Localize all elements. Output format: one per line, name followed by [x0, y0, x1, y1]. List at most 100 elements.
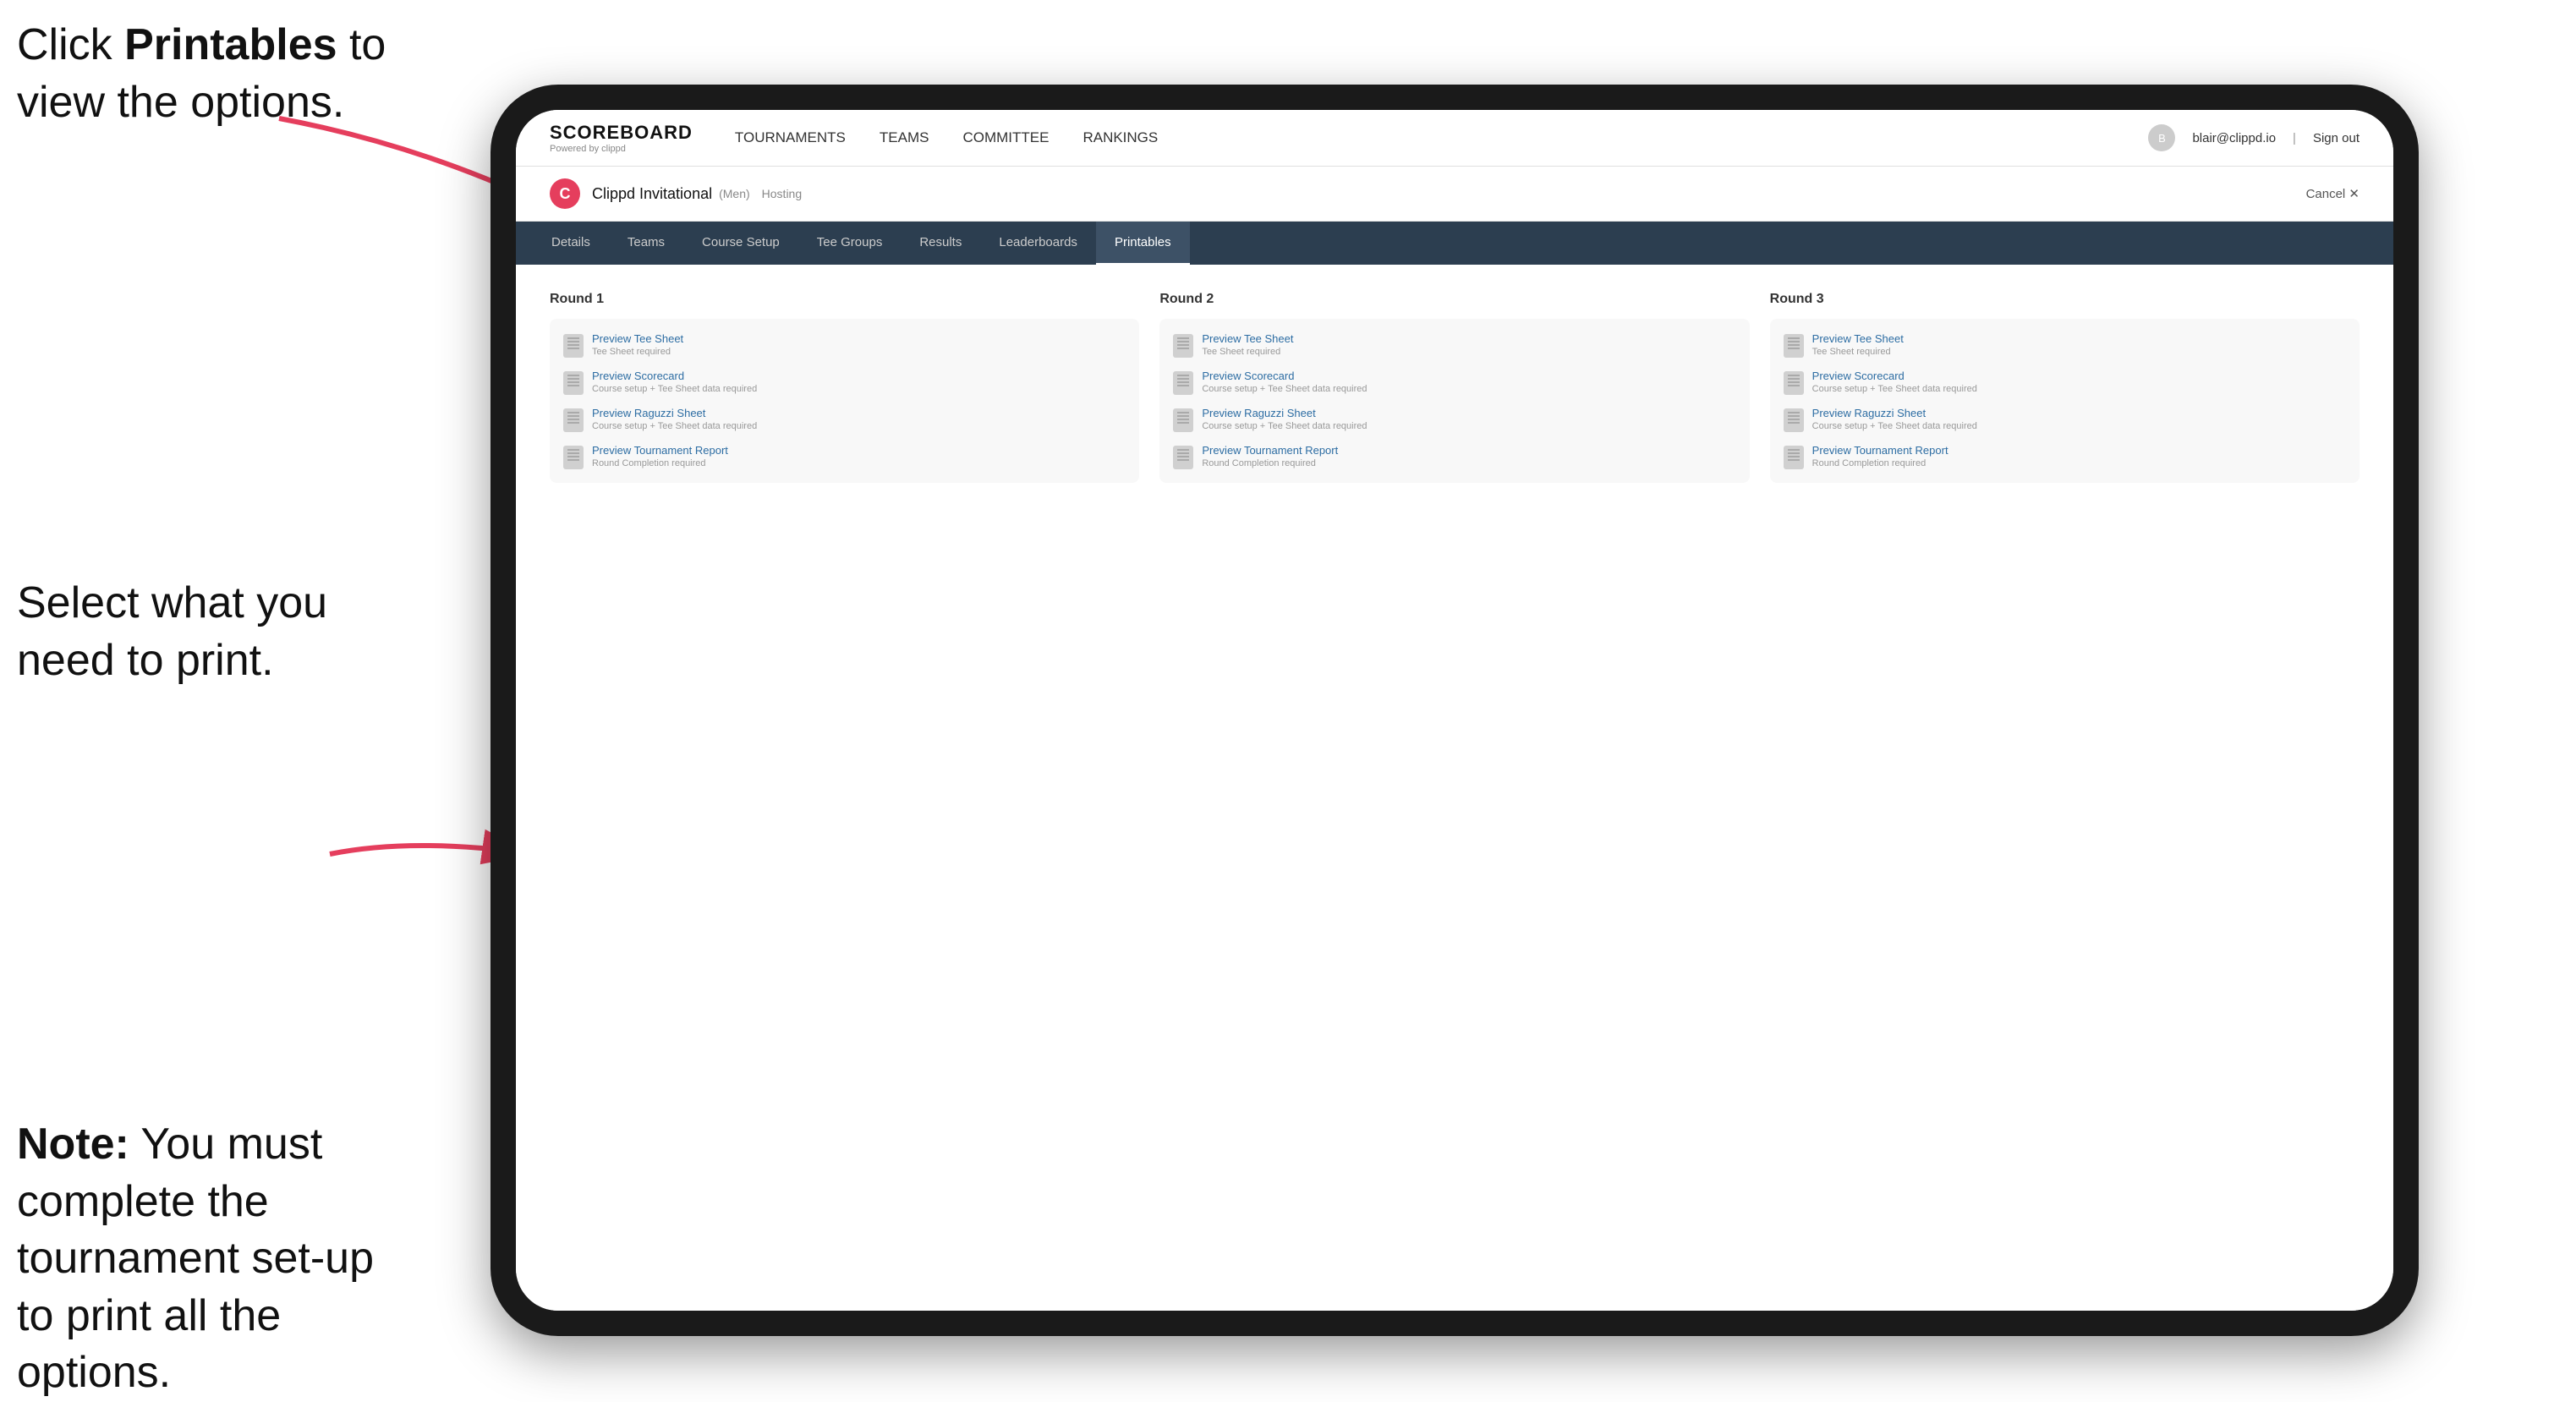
scoreboard-brand: SCOREBOARD Powered by clippd	[550, 122, 693, 154]
round-2-section: Round 2 Preview Tee Sheet Tee Sheet requ…	[1159, 292, 1749, 483]
user-email: blair@clippd.io	[2192, 131, 2276, 145]
nav-teams[interactable]: TEAMS	[880, 126, 929, 150]
tee-sheet-label-r3[interactable]: Preview Tee Sheet	[1812, 332, 1904, 345]
tournament-status: Hosting	[762, 187, 802, 200]
round-2-raguzzi[interactable]: Preview Raguzzi Sheet Course setup + Tee…	[1173, 407, 1735, 432]
tee-sheet-icon-r1	[563, 334, 584, 358]
tab-teams[interactable]: Teams	[609, 222, 683, 265]
tee-sheet-sub-r3: Tee Sheet required	[1812, 347, 1904, 357]
annotation-top-prefix: Click	[17, 20, 124, 69]
round-3-section: Round 3 Preview Tee Sheet Tee Sheet requ…	[1770, 292, 2360, 483]
scorecard-icon-r1	[563, 371, 584, 395]
raguzzi-icon-r1	[563, 408, 584, 432]
user-avatar: B	[2148, 124, 2175, 151]
round-3-title: Round 3	[1770, 292, 2360, 307]
tab-results[interactable]: Results	[901, 222, 980, 265]
tab-bar: Details Teams Course Setup Tee Groups Re…	[516, 222, 2393, 265]
tablet-screen: SCOREBOARD Powered by clippd TOURNAMENTS…	[516, 110, 2393, 1311]
raguzzi-label-r1[interactable]: Preview Raguzzi Sheet	[592, 407, 757, 419]
raguzzi-sub-r3: Course setup + Tee Sheet data required	[1812, 421, 1977, 431]
raguzzi-icon-r2	[1173, 408, 1193, 432]
tournament-logo: C	[550, 178, 580, 209]
content-area: Round 1 Preview Tee Sheet Tee Sheet requ…	[516, 265, 2393, 1311]
scoreboard-title: SCOREBOARD	[550, 122, 693, 144]
tournament-report-icon-r3	[1784, 446, 1804, 469]
annotation-top-bold: Printables	[124, 20, 337, 69]
round-1-tournament-report[interactable]: Preview Tournament Report Round Completi…	[563, 444, 1126, 469]
raguzzi-text-r1: Preview Raguzzi Sheet Course setup + Tee…	[592, 407, 757, 431]
tournament-report-sub-r2: Round Completion required	[1202, 458, 1338, 468]
nav-committee[interactable]: COMMITTEE	[962, 126, 1049, 150]
tee-sheet-label-r2[interactable]: Preview Tee Sheet	[1202, 332, 1293, 345]
tournament-report-label-r1[interactable]: Preview Tournament Report	[592, 444, 728, 457]
tablet-frame: SCOREBOARD Powered by clippd TOURNAMENTS…	[491, 85, 2419, 1336]
top-nav: SCOREBOARD Powered by clippd TOURNAMENTS…	[516, 110, 2393, 167]
round-2-tee-sheet[interactable]: Preview Tee Sheet Tee Sheet required	[1173, 332, 1735, 358]
scorecard-text-r1: Preview Scorecard Course setup + Tee She…	[592, 370, 757, 394]
tournament-report-label-r3[interactable]: Preview Tournament Report	[1812, 444, 1948, 457]
scorecard-label-r1[interactable]: Preview Scorecard	[592, 370, 757, 382]
round-2-scorecard[interactable]: Preview Scorecard Course setup + Tee She…	[1173, 370, 1735, 395]
tournament-report-icon-r2	[1173, 446, 1193, 469]
tournament-report-text-r2: Preview Tournament Report Round Completi…	[1202, 444, 1338, 468]
scoreboard-subtitle: Powered by clippd	[550, 144, 693, 154]
scorecard-sub-r2: Course setup + Tee Sheet data required	[1202, 384, 1367, 394]
app-content: SCOREBOARD Powered by clippd TOURNAMENTS…	[516, 110, 2393, 1311]
raguzzi-text-r3: Preview Raguzzi Sheet Course setup + Tee…	[1812, 407, 1977, 431]
tournament-report-icon-r1	[563, 446, 584, 469]
round-3-raguzzi[interactable]: Preview Raguzzi Sheet Course setup + Tee…	[1784, 407, 2346, 432]
tournament-report-label-r2[interactable]: Preview Tournament Report	[1202, 444, 1338, 457]
round-3-tee-sheet[interactable]: Preview Tee Sheet Tee Sheet required	[1784, 332, 2346, 358]
tab-details[interactable]: Details	[533, 222, 609, 265]
tee-sheet-icon-r2	[1173, 334, 1193, 358]
scorecard-label-r2[interactable]: Preview Scorecard	[1202, 370, 1367, 382]
tab-leaderboards[interactable]: Leaderboards	[980, 222, 1096, 265]
scorecard-text-r3: Preview Scorecard Course setup + Tee She…	[1812, 370, 1977, 394]
top-nav-right: B blair@clippd.io | Sign out	[2148, 124, 2360, 151]
round-1-card: Preview Tee Sheet Tee Sheet required Pre…	[550, 319, 1139, 483]
nav-tournaments[interactable]: TOURNAMENTS	[735, 126, 846, 150]
raguzzi-icon-r3	[1784, 408, 1804, 432]
rounds-grid: Round 1 Preview Tee Sheet Tee Sheet requ…	[550, 292, 2360, 483]
scorecard-sub-r1: Course setup + Tee Sheet data required	[592, 384, 757, 394]
round-3-card: Preview Tee Sheet Tee Sheet required Pre…	[1770, 319, 2360, 483]
raguzzi-sub-r2: Course setup + Tee Sheet data required	[1202, 421, 1367, 431]
round-1-raguzzi[interactable]: Preview Raguzzi Sheet Course setup + Tee…	[563, 407, 1126, 432]
nav-rankings[interactable]: RANKINGS	[1082, 126, 1158, 150]
tab-tee-groups[interactable]: Tee Groups	[798, 222, 902, 265]
tournament-report-sub-r1: Round Completion required	[592, 458, 728, 468]
raguzzi-label-r3[interactable]: Preview Raguzzi Sheet	[1812, 407, 1977, 419]
tee-sheet-sub-r2: Tee Sheet required	[1202, 347, 1293, 357]
scorecard-label-r3[interactable]: Preview Scorecard	[1812, 370, 1977, 382]
round-2-tournament-report[interactable]: Preview Tournament Report Round Completi…	[1173, 444, 1735, 469]
tee-sheet-icon-r3	[1784, 334, 1804, 358]
tab-printables[interactable]: Printables	[1096, 222, 1190, 265]
round-1-scorecard[interactable]: Preview Scorecard Course setup + Tee She…	[563, 370, 1126, 395]
round-3-tournament-report[interactable]: Preview Tournament Report Round Completi…	[1784, 444, 2346, 469]
annotation-top: Click Printables to view the options.	[17, 17, 389, 131]
separator: |	[2293, 131, 2296, 145]
tab-course-setup[interactable]: Course Setup	[683, 222, 798, 265]
annotation-middle: Select what you need to print.	[17, 575, 389, 689]
tee-sheet-text-r1: Preview Tee Sheet Tee Sheet required	[592, 332, 683, 357]
round-1-title: Round 1	[550, 292, 1139, 307]
tee-sheet-sub-r1: Tee Sheet required	[592, 347, 683, 357]
tournament-tag: (Men)	[719, 187, 750, 200]
round-2-title: Round 2	[1159, 292, 1749, 307]
tee-sheet-label-r1[interactable]: Preview Tee Sheet	[592, 332, 683, 345]
tournament-report-text-r3: Preview Tournament Report Round Completi…	[1812, 444, 1948, 468]
round-1-section: Round 1 Preview Tee Sheet Tee Sheet requ…	[550, 292, 1139, 483]
tee-sheet-text-r2: Preview Tee Sheet Tee Sheet required	[1202, 332, 1293, 357]
tournament-header: C Clippd Invitational (Men) Hosting Canc…	[516, 167, 2393, 222]
cancel-button[interactable]: Cancel ✕	[2306, 186, 2360, 201]
raguzzi-text-r2: Preview Raguzzi Sheet Course setup + Tee…	[1202, 407, 1367, 431]
sign-out-link[interactable]: Sign out	[2313, 131, 2360, 145]
tee-sheet-text-r3: Preview Tee Sheet Tee Sheet required	[1812, 332, 1904, 357]
tournament-name: Clippd Invitational	[592, 185, 712, 203]
scorecard-icon-r2	[1173, 371, 1193, 395]
top-nav-links: TOURNAMENTS TEAMS COMMITTEE RANKINGS	[735, 126, 2149, 150]
round-3-scorecard[interactable]: Preview Scorecard Course setup + Tee She…	[1784, 370, 2346, 395]
tournament-report-text-r1: Preview Tournament Report Round Completi…	[592, 444, 728, 468]
raguzzi-label-r2[interactable]: Preview Raguzzi Sheet	[1202, 407, 1367, 419]
round-1-tee-sheet[interactable]: Preview Tee Sheet Tee Sheet required	[563, 332, 1126, 358]
